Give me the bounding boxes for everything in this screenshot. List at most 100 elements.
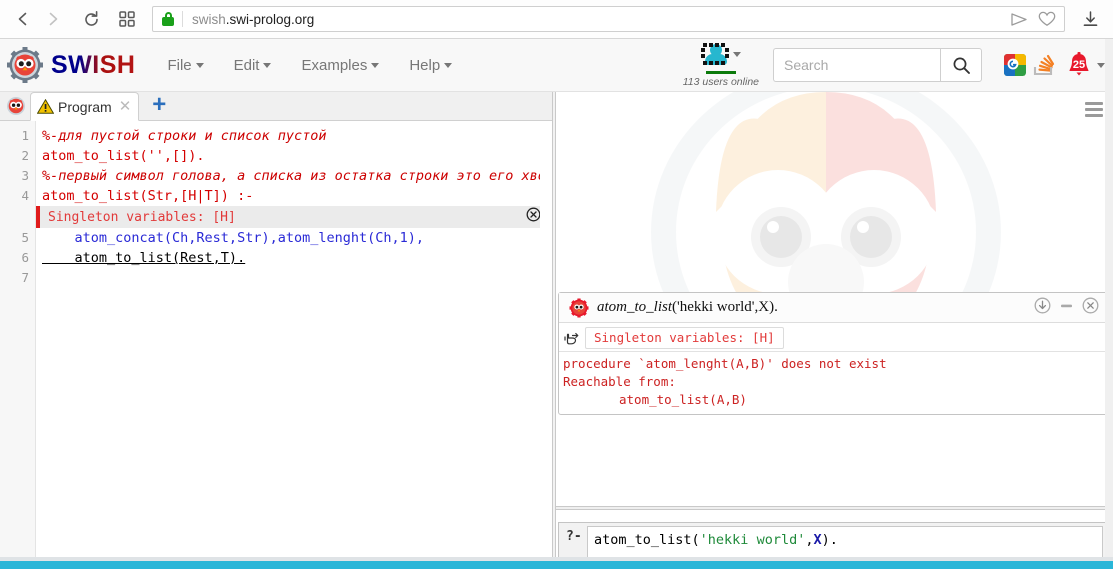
code-line-4: atom_to_list(Str,[H|T]) :- (36, 186, 552, 206)
forward-arrow-icon[interactable] (38, 4, 68, 34)
answer-query-name: atom_to_list (597, 299, 673, 315)
menu-item-edit-label: Edit (233, 56, 260, 74)
notification-bell-icon: 25 (1066, 51, 1092, 79)
download-tray-icon[interactable] (1075, 5, 1105, 33)
reload-icon[interactable] (76, 4, 106, 34)
query-code-var: X (813, 532, 822, 548)
brand-name: SWISH (51, 50, 136, 79)
results-pane: atom_to_list('hekki world',X). Singleton… (556, 92, 1113, 557)
singleton-warning-text: Singleton variables: [H] (594, 330, 775, 345)
close-circle-icon[interactable] (526, 207, 541, 227)
line-number: 5 (21, 230, 29, 245)
tab-label: Program (58, 98, 112, 115)
heart-icon[interactable] (1038, 11, 1056, 27)
collapse-answer-icon[interactable] (1058, 297, 1075, 319)
grid-apps-icon[interactable] (112, 4, 142, 34)
error-line: atom_to_list(A,B) (619, 392, 747, 407)
online-status-bar (705, 70, 736, 74)
chevron-down-icon (195, 63, 204, 69)
padlock-secure-icon (161, 11, 175, 27)
google-plus-icon[interactable] (1004, 54, 1026, 76)
warning-triangle-icon (36, 98, 55, 114)
editor-scrollbar[interactable] (540, 121, 552, 557)
code-line-4-text: atom_to_list(Str,[H|T]) :- (42, 188, 254, 204)
chevron-down-icon (263, 63, 272, 69)
code-line-5-text: atom_concat(Ch,Rest,Str),atom_lenght(Ch,… (42, 230, 425, 246)
line-number: 1 (21, 128, 29, 143)
line-number: 7 (21, 270, 29, 285)
users-icon-row (700, 42, 741, 70)
back-arrow-icon[interactable] (8, 4, 38, 34)
navbar-right-group: 113 users online Search 25 (682, 42, 1113, 88)
main-menu: File Edit Examples Help (167, 56, 453, 74)
code-line-2-text: atom_to_list('',[]). (42, 148, 205, 164)
swish-gear-owl-icon (569, 298, 589, 318)
query-prompt-label: ?- (566, 529, 582, 544)
answer-query-text: atom_to_list('hekki world',X). (597, 299, 778, 316)
hamburger-menu-icon[interactable] (1085, 102, 1103, 120)
query-code-pre: atom_to_list( (594, 532, 700, 548)
download-answer-icon[interactable] (1034, 297, 1051, 319)
swish-gear-owl-logo (6, 46, 44, 84)
line-number: 4 (21, 188, 29, 203)
query-input[interactable]: atom_to_list('hekki world',X). (587, 526, 1103, 557)
menu-item-examples[interactable]: Examples (301, 56, 380, 74)
singleton-warning-row: Singleton variables: [H] (559, 323, 1109, 351)
notification-count: 25 (1072, 58, 1086, 71)
notifications-group[interactable]: 25 (1066, 51, 1105, 79)
url-text: swish.swi-prolog.org (192, 12, 314, 27)
stack-overflow-icon[interactable] (1031, 54, 1055, 76)
error-line: Reachable from: (563, 374, 676, 389)
search-button[interactable] (940, 48, 982, 82)
close-x-icon[interactable]: ✕ (119, 99, 132, 114)
share-arrow-icon[interactable] (1010, 12, 1029, 27)
close-answer-icon[interactable] (1082, 297, 1099, 319)
tab-program[interactable]: Program ✕ (30, 92, 140, 121)
search-magnifier-icon (953, 57, 970, 74)
code-line-3: %-первый символ голова, а списка из оста… (42, 168, 552, 184)
code-line-2: atom_to_list('',[]). (36, 146, 552, 166)
users-online-label: 113 users online (682, 75, 759, 88)
brand-logo-group[interactable]: SWISH (6, 46, 135, 84)
users-online-widget[interactable]: 113 users online (682, 42, 759, 88)
query-code: atom_to_list('hekki world',X). (594, 532, 1096, 548)
line-number-gutter: 1 2 3 4 5 6 7 (0, 121, 36, 557)
chevron-down-icon (444, 63, 453, 69)
line-number: 2 (21, 148, 29, 163)
social-icons-group: 25 (1004, 51, 1105, 79)
answer-body: Singleton variables: [H] procedure `atom… (559, 323, 1109, 413)
error-block: procedure `atom_lenght(A,B)' does not ex… (559, 351, 1109, 413)
menu-item-help-label: Help (409, 56, 441, 74)
page-right-edge (1105, 39, 1113, 557)
code-area[interactable]: %-для пустой строки и список пустой atom… (36, 121, 552, 557)
menu-item-edit[interactable]: Edit (234, 57, 272, 74)
user-avatar-icon (700, 42, 731, 70)
line-number: 6 (21, 250, 29, 265)
swish-navbar: SWISH File Edit Examples Help 113 users … (0, 39, 1113, 92)
os-taskbar[interactable] (0, 561, 1113, 569)
address-bar[interactable]: swish.swi-prolog.org (152, 6, 1065, 32)
pointing-hand-icon (563, 330, 581, 346)
answer-header-buttons (1034, 297, 1103, 319)
query-code-string: 'hekki world' (699, 532, 806, 548)
browser-toolbar: swish.swi-prolog.org (0, 0, 1113, 39)
query-code-post: ). (821, 532, 838, 548)
search-input[interactable] (773, 48, 940, 82)
code-line-6: atom_to_list(Rest,T). (36, 248, 552, 268)
answer-header: atom_to_list('hekki world',X). (559, 293, 1109, 323)
menu-item-examples-label: Examples (301, 56, 368, 74)
gutter-error-spacer (0, 206, 35, 228)
browser-window: swish.swi-prolog.org SWISH File Edit Exa… (0, 0, 1113, 569)
pane-splitter-horizontal[interactable] (556, 506, 1113, 510)
code-editor[interactable]: 1 2 3 4 5 6 7 %-для пустой строки и спис… (0, 121, 552, 557)
url-host-rest: .swi-prolog.org (225, 11, 315, 27)
plus-add-tab-icon[interactable]: + (152, 93, 166, 117)
line-number: 3 (21, 168, 29, 183)
url-divider (182, 11, 183, 27)
error-line: procedure `atom_lenght(A,B)' does not ex… (563, 356, 887, 371)
inline-error-row[interactable]: Singleton variables: [H] (36, 206, 552, 228)
menu-item-file[interactable]: File (167, 57, 204, 74)
url-action-group (1010, 11, 1058, 27)
menu-item-help[interactable]: Help (409, 56, 453, 74)
